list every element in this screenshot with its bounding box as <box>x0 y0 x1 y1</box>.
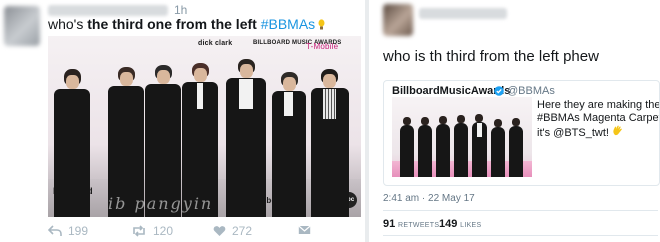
quoted-text-line: Here they are making their <box>537 99 660 111</box>
reply-count: 199 <box>68 224 89 238</box>
divider <box>383 235 658 236</box>
tweet-text: who is th third from the left phew <box>383 48 599 65</box>
quoted-author-handle[interactable]: @BBMAs <box>507 85 555 97</box>
likes-label: LIKES <box>460 222 482 229</box>
reply-icon <box>48 225 62 236</box>
retweet-icon <box>133 225 145 237</box>
tweet-text: who's the third one from the left #BBMAs <box>48 16 325 32</box>
person-figure <box>454 115 468 177</box>
retweets-count: 91 <box>383 218 396 230</box>
person-figure <box>509 118 523 177</box>
tweet-text-bold: the third one from the left <box>87 16 257 32</box>
person-figure <box>311 69 349 217</box>
heart-icon <box>213 226 226 236</box>
verified-badge-icon <box>494 86 504 96</box>
likes-count: 149 <box>439 218 458 230</box>
tweet-media-photo[interactable]: dick clark BILLBOARD MUSIC AWARDS T-Mobi… <box>48 36 361 217</box>
retweet-count: 120 <box>153 224 174 238</box>
reply-button[interactable]: 199 <box>48 224 88 238</box>
backdrop-logo: T-Mobile <box>306 42 339 51</box>
tweet-action-bar: 199 120 272 <box>48 224 348 240</box>
like-button[interactable]: 272 <box>213 224 252 238</box>
tweet-text-prefix: who's <box>48 16 88 32</box>
retweet-button[interactable]: 120 <box>131 224 173 238</box>
backdrop-logo: dick clark <box>198 40 233 47</box>
like-count: 272 <box>232 224 253 238</box>
person-figure <box>491 119 505 177</box>
direct-message-button[interactable] <box>298 224 311 236</box>
left-tweet-panel: 1h who's the third one from the left #BB… <box>0 0 365 242</box>
person-figure <box>272 72 306 217</box>
likes-stat[interactable]: 149 LIKES <box>439 218 482 230</box>
quoted-tweet-text: Here they are making their #BBMAs Magent… <box>537 99 660 140</box>
divider <box>383 210 658 211</box>
redacted-username <box>48 5 168 16</box>
avatar[interactable] <box>4 6 40 46</box>
tweet-date[interactable]: 2:41 am · 22 May 17 <box>383 193 475 204</box>
photo-watermark: ib pangyin <box>108 194 214 213</box>
person-figure <box>472 114 487 177</box>
envelope-icon <box>298 225 311 234</box>
quoted-author-name[interactable]: BillboardMusicAwards <box>392 85 510 97</box>
avatar[interactable] <box>383 4 413 36</box>
person-figure <box>54 69 90 217</box>
waving-hand-icon <box>613 125 622 136</box>
person-figure <box>436 116 450 177</box>
hashtag-link[interactable]: #BBMAs <box>261 16 315 32</box>
quoted-text-line: it's @BTS_twt! <box>537 127 613 139</box>
retweets-label: RETWEETS <box>398 222 440 229</box>
person-figure <box>226 59 266 217</box>
right-tweet-panel: who is th third from the left phew Billb… <box>369 0 660 242</box>
redacted-username <box>419 8 507 19</box>
lightbulb-icon <box>318 19 325 30</box>
quoted-text-line: #BBMAs Magenta Carpet de <box>537 112 660 124</box>
person-figure <box>400 117 414 177</box>
tweet-timestamp[interactable]: 1h <box>174 3 187 17</box>
quoted-tweet-card[interactable]: BillboardMusicAwards @BBMAs Here they ar… <box>383 80 660 186</box>
person-figure <box>418 117 432 177</box>
quoted-media-photo[interactable] <box>392 97 532 177</box>
retweets-stat[interactable]: 91 RETWEETS <box>383 218 439 230</box>
